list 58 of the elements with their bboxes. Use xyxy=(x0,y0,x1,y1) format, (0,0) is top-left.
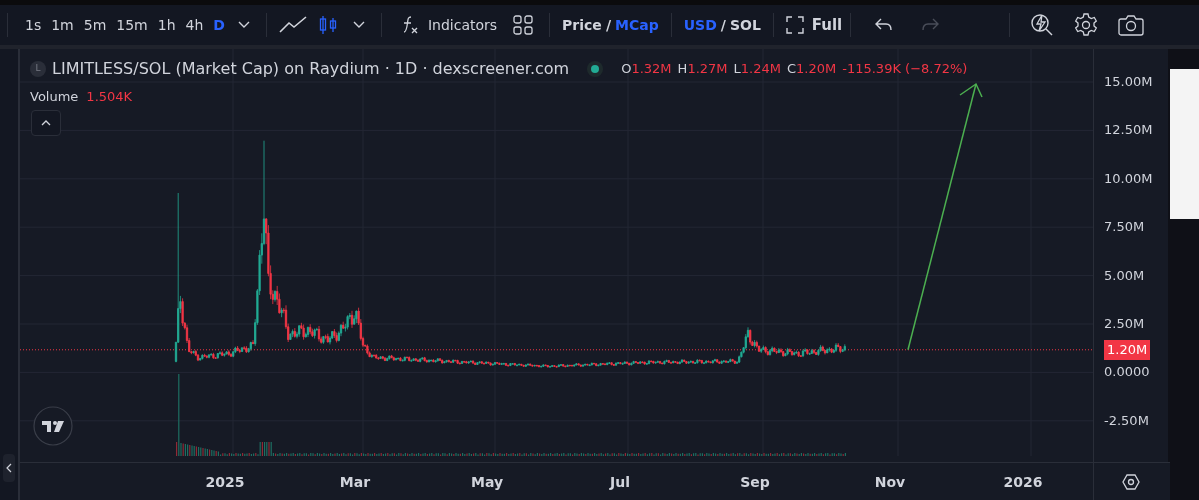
current-price-label: 1.20M xyxy=(1104,339,1151,360)
chevron-down-icon[interactable] xyxy=(352,21,365,29)
price-tick: 2.50M xyxy=(1104,317,1145,330)
interval-tab[interactable]: 15m xyxy=(111,14,153,36)
undo-icon[interactable] xyxy=(875,18,894,32)
ohlc-value: H 1.27M xyxy=(677,60,728,79)
interval-tab[interactable]: 1m xyxy=(46,14,79,36)
time-tick: May xyxy=(470,473,504,492)
candles-icon[interactable] xyxy=(318,15,337,35)
chevron-down-icon[interactable] xyxy=(237,21,250,29)
separator: / xyxy=(720,15,726,35)
interval-tab[interactable]: 1h xyxy=(152,14,181,36)
lightning-search-icon[interactable] xyxy=(1030,13,1055,37)
chevron-left-icon xyxy=(6,463,12,473)
status-dot-icon xyxy=(587,61,604,77)
volume-label: Volume xyxy=(30,88,79,106)
collapse-button[interactable] xyxy=(3,454,15,482)
time-tick: 2025 xyxy=(205,473,245,492)
price-tick: 12.50M xyxy=(1104,123,1153,137)
price-tick: -2.50M xyxy=(1104,413,1149,427)
price-tick: 15.00M xyxy=(1104,75,1153,88)
toggle-option[interactable]: SOL xyxy=(729,14,761,36)
volume-value: 1.504K xyxy=(86,88,133,106)
function-icon[interactable] xyxy=(401,15,420,35)
logo-icon xyxy=(33,406,73,446)
ohlc-value: O1.32M xyxy=(621,60,672,79)
settings-icon[interactable] xyxy=(1074,13,1099,37)
price-tick: 7.50M xyxy=(1104,220,1145,234)
interval-tab[interactable]: D xyxy=(208,14,230,36)
interval-tab[interactable]: 5m xyxy=(78,14,112,36)
time-tick: 2026 xyxy=(1003,473,1043,492)
time-tick: Sep xyxy=(740,473,770,492)
layout-grid-icon[interactable] xyxy=(513,15,534,35)
interval-tab[interactable]: 4h xyxy=(180,14,209,36)
time-tick: Mar xyxy=(339,473,371,492)
separator: / xyxy=(605,15,611,35)
ohlc-value: C1.20M xyxy=(786,60,837,79)
symbol-avatar: L xyxy=(30,61,46,77)
ohlc-value: L1.24M xyxy=(733,60,781,79)
time-tick: Nov xyxy=(874,473,906,492)
price-tick: 5.00M xyxy=(1104,268,1145,282)
settings-icon[interactable] xyxy=(1122,473,1140,490)
line-chart-icon[interactable] xyxy=(278,16,307,34)
toggle-option[interactable]: USD xyxy=(683,14,717,36)
indicators-button[interactable]: Indicators xyxy=(427,14,498,36)
chart-title: LIMITLESS/SOL (Market Cap) on Raydium · 1D · dexscreener.com xyxy=(52,58,570,80)
price-tick: 10.00M xyxy=(1104,171,1153,185)
toggle-option[interactable]: MCap xyxy=(615,14,659,36)
time-tick: Jul xyxy=(610,473,630,492)
camera-icon[interactable] xyxy=(1118,14,1145,36)
price-tick: 0.0000 xyxy=(1104,365,1150,379)
price-change: -115.39K (−8.72%) xyxy=(842,60,968,79)
fullscreen-button[interactable]: Full xyxy=(811,13,843,37)
chevron-up-icon xyxy=(41,120,51,126)
toggle-option[interactable]: Price xyxy=(562,14,602,36)
interval-tab[interactable]: 1s xyxy=(20,14,47,36)
collapse-legend-button[interactable] xyxy=(31,110,61,136)
fullscreen-icon[interactable] xyxy=(785,16,804,34)
